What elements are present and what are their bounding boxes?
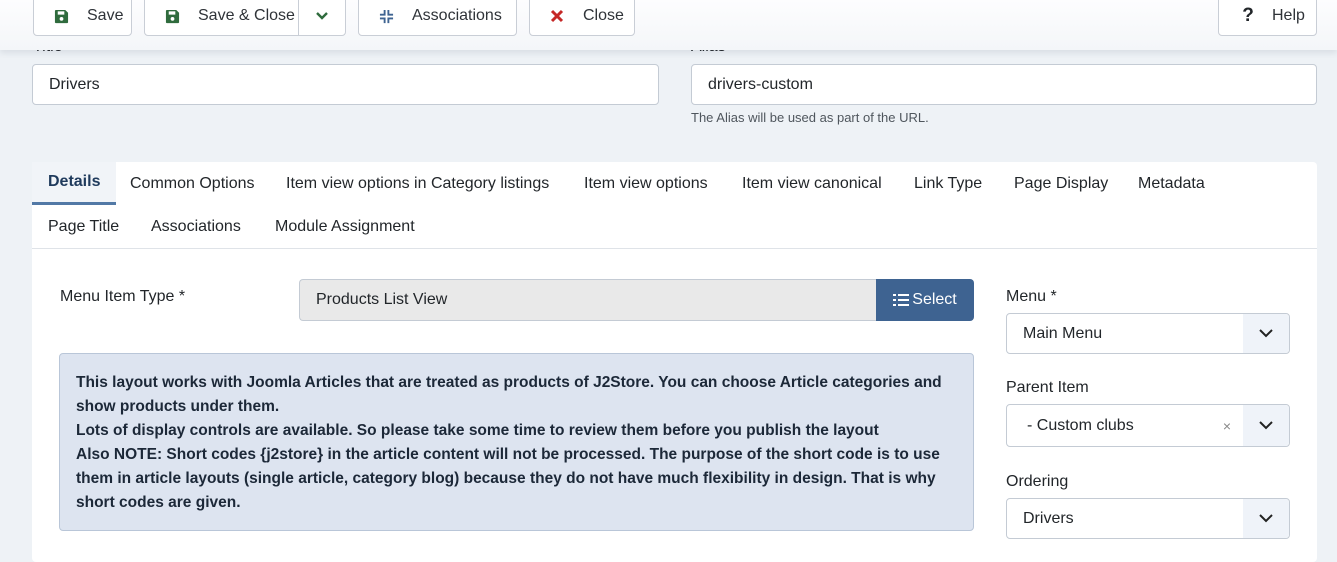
tab-details[interactable]: Details <box>32 162 117 205</box>
associations-label: Associations <box>412 7 502 24</box>
close-icon <box>548 9 566 23</box>
parent-item-select[interactable]: - Custom clubs × <box>1006 404 1290 447</box>
menu-dropdown-toggle[interactable] <box>1243 314 1289 353</box>
tab-module-assignment[interactable]: Module Assignment <box>259 205 431 248</box>
select-label: Select <box>912 291 957 308</box>
edit-card: Details Common Options Item view options… <box>32 162 1317 562</box>
select-menu-item-type-button[interactable]: Select <box>876 279 974 321</box>
ordering-value: Drivers <box>1023 509 1074 527</box>
tab-link-type[interactable]: Link Type <box>898 162 998 205</box>
notice-line: This layout works with Joomla Articles t… <box>76 374 942 415</box>
question-icon: ? <box>1242 5 1254 26</box>
parent-item-dropdown-toggle[interactable] <box>1243 405 1289 446</box>
tab-item-view-options[interactable]: Item view options <box>568 162 724 205</box>
menu-label: Menu * <box>1006 288 1057 305</box>
ordering-dropdown-toggle[interactable] <box>1243 499 1289 538</box>
parent-item-value: - Custom clubs <box>1027 416 1134 434</box>
floppy-disk-icon <box>52 9 70 24</box>
tab-associations[interactable]: Associations <box>135 205 257 248</box>
menu-select[interactable]: Main Menu <box>1006 313 1290 354</box>
tab-common-options[interactable]: Common Options <box>114 162 271 205</box>
save-close-label: Save & Close <box>198 7 295 24</box>
floppy-disk-icon <box>163 9 181 24</box>
list-icon <box>893 293 910 307</box>
tab-page-display[interactable]: Page Display <box>998 162 1124 205</box>
chevron-down-icon <box>1259 421 1273 430</box>
help-label: Help <box>1272 7 1305 24</box>
tab-page-title[interactable]: Page Title <box>32 205 135 248</box>
title-value: Drivers <box>49 75 100 93</box>
ordering-label: Ordering <box>1006 473 1069 490</box>
help-button[interactable]: ? Help <box>1218 0 1317 36</box>
save-label: Save <box>87 7 124 24</box>
chevron-down-icon <box>1259 514 1273 523</box>
menu-item-type-label: Menu Item Type * <box>60 288 186 305</box>
tab-metadata[interactable]: Metadata <box>1122 162 1221 205</box>
chevron-down-icon <box>1259 329 1273 338</box>
alias-input[interactable]: drivers-custom <box>691 64 1317 105</box>
menu-value: Main Menu <box>1023 324 1103 342</box>
toolbar: Save Save & Close Associations Close ? H… <box>0 0 1337 50</box>
clear-icon[interactable]: × <box>1223 405 1231 446</box>
parent-item-label: Parent Item <box>1006 379 1089 396</box>
notice-line: Also NOTE: Short codes {j2store} in the … <box>76 446 940 511</box>
chevron-down-icon <box>316 12 328 20</box>
menu-item-type-field: Products List View <box>299 279 876 321</box>
tab-item-view-category-listings[interactable]: Item view options in Category listings <box>270 162 565 205</box>
save-close-button[interactable]: Save & Close <box>144 0 346 36</box>
save-options-dropdown[interactable] <box>299 0 345 35</box>
menu-item-type-value: Products List View <box>316 291 448 308</box>
compress-icon <box>377 9 395 24</box>
layout-notice: This layout works with Joomla Articles t… <box>59 353 974 531</box>
tab-bar: Details Common Options Item view options… <box>32 162 1317 249</box>
alias-value: drivers-custom <box>708 75 813 93</box>
associations-button[interactable]: Associations <box>358 0 517 36</box>
close-label: Close <box>583 7 624 24</box>
ordering-select[interactable]: Drivers <box>1006 498 1290 539</box>
tab-item-view-canonical[interactable]: Item view canonical <box>726 162 898 205</box>
close-button[interactable]: Close <box>529 0 635 36</box>
alias-hint: The Alias will be used as part of the UR… <box>691 110 929 125</box>
title-input[interactable]: Drivers <box>32 64 659 105</box>
notice-line: Lots of display controls are available. … <box>76 422 879 439</box>
save-button[interactable]: Save <box>33 0 132 36</box>
